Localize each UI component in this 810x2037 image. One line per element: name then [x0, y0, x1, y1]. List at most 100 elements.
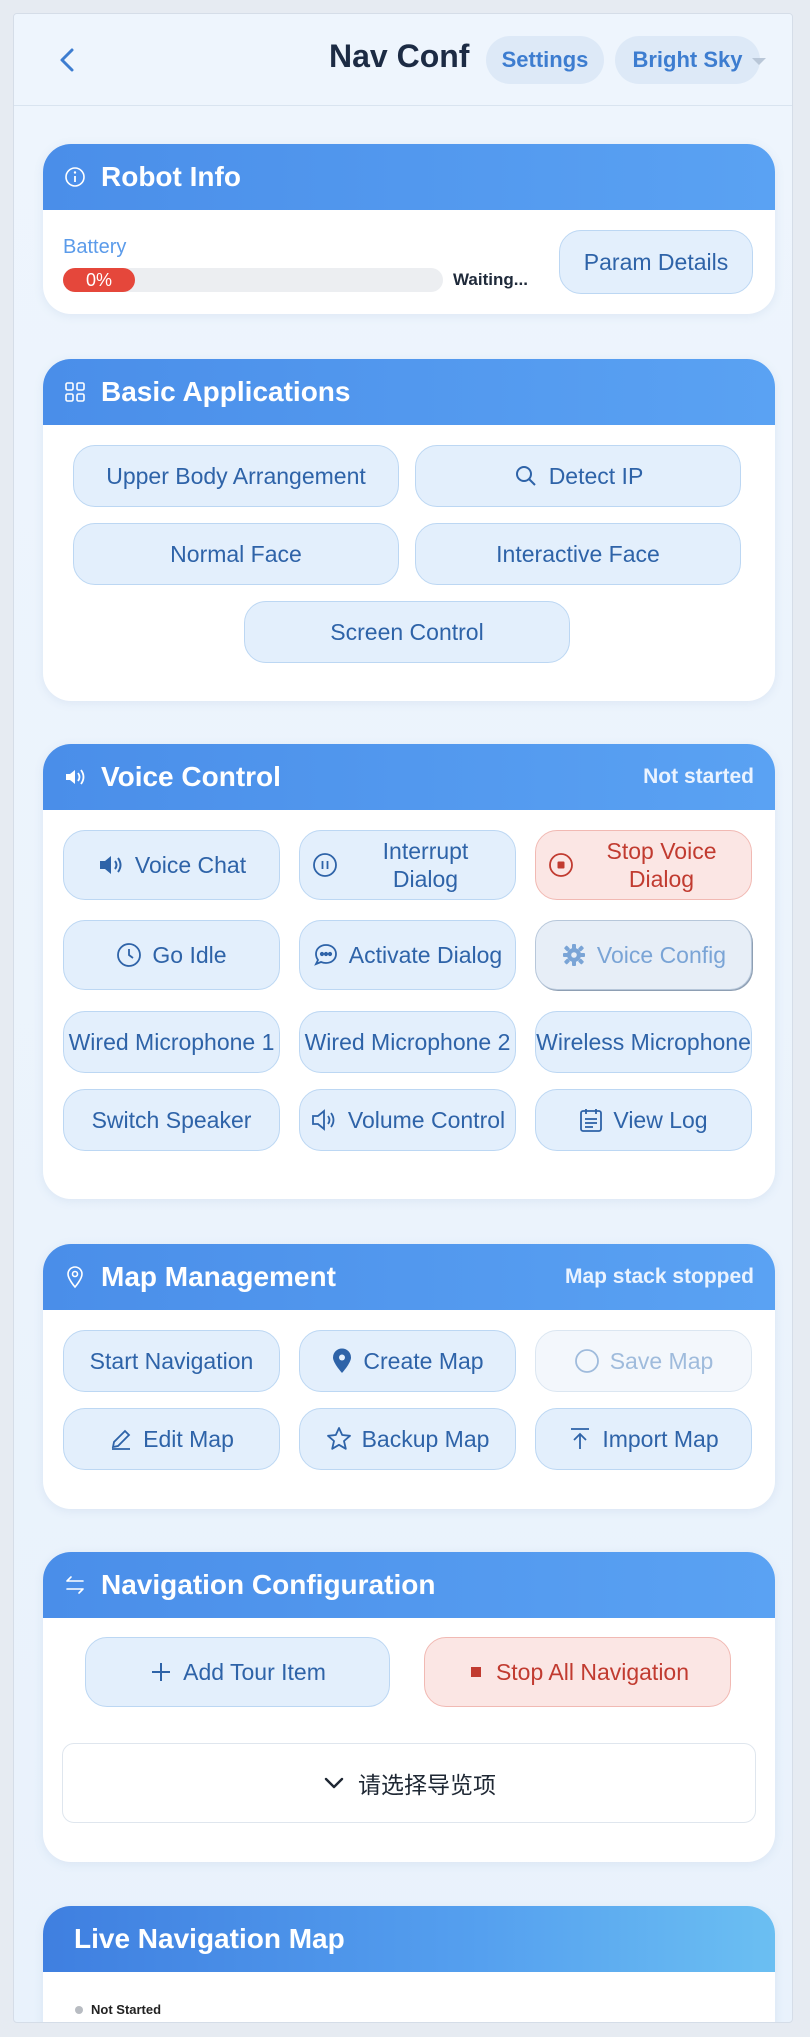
voice-config-label: Voice Config [596, 942, 727, 968]
calendar-icon [580, 1109, 603, 1132]
import-map-button[interactable]: Import Map [535, 1408, 752, 1470]
interactive-face-button[interactable]: Interactive Face [415, 523, 741, 585]
battery-label: Battery [63, 236, 127, 258]
activate-dialog-label: Activate Dialog [348, 942, 503, 968]
switch-speaker-button[interactable]: Switch Speaker [63, 1089, 280, 1151]
circle-icon [574, 1349, 599, 1373]
info-icon [63, 165, 87, 189]
save-map-button[interactable]: Save Map [535, 1330, 752, 1392]
basic-apps-header: Basic Applications [43, 359, 775, 425]
star-icon [326, 1427, 351, 1450]
battery-status: Waiting... [453, 270, 528, 289]
back-button[interactable] [50, 42, 86, 78]
battery-bar: 0% [63, 268, 443, 292]
live-navigation-map-title: Live Navigation Map [74, 1923, 345, 1954]
edit-map-button[interactable]: Edit Map [63, 1408, 280, 1470]
upper-body-arrangement-button[interactable]: Upper Body Arrangement [73, 445, 399, 507]
tour-item-select[interactable]: 请选择导览项 [62, 1743, 756, 1823]
volume-icon [311, 1109, 335, 1131]
wireless-microphone-button[interactable]: Wireless Microphone [535, 1011, 752, 1073]
search-icon [515, 466, 536, 486]
voice-control-card: Voice Control Not started Voice Chat Int… [43, 744, 775, 1199]
wired-microphone-2-label: Wired Microphone 2 [304, 1029, 511, 1055]
screen-control-button[interactable]: Screen Control [244, 601, 570, 663]
chevron-down-icon [324, 1777, 344, 1789]
detect-ip-label: Detect IP [548, 463, 644, 489]
speaker-icon [63, 765, 87, 789]
navigation-configuration-header: Navigation Configuration [43, 1552, 775, 1618]
normal-face-button[interactable]: Normal Face [73, 523, 399, 585]
volume-control-label: Volume Control [347, 1107, 506, 1133]
interactive-face-label: Interactive Face [496, 541, 660, 567]
navigation-configuration-card: Navigation Configuration Add Tour Item S… [43, 1552, 775, 1862]
backup-map-button[interactable]: Backup Map [299, 1408, 516, 1470]
stop-circle-icon [549, 853, 573, 877]
voice-status: Not started [643, 765, 754, 788]
theme-selector[interactable]: Bright Sky [615, 36, 760, 84]
page-title: Nav Conf [329, 38, 470, 74]
voice-control-title: Voice Control [101, 761, 281, 792]
caret-down-icon [752, 58, 766, 65]
settings-button[interactable]: Settings [486, 36, 604, 84]
pause-circle-icon [313, 853, 337, 877]
voice-control-header: Voice Control Not started [43, 744, 775, 810]
speaker-icon [99, 856, 122, 874]
basic-apps-title: Basic Applications [101, 376, 351, 407]
volume-control-button[interactable]: Volume Control [299, 1089, 516, 1151]
create-map-button[interactable]: Create Map [299, 1330, 516, 1392]
wired-microphone-2-button[interactable]: Wired Microphone 2 [299, 1011, 516, 1073]
robot-info-header: Robot Info [43, 144, 775, 210]
wireless-microphone-label: Wireless Microphone [536, 1029, 751, 1055]
detect-ip-button[interactable]: Detect IP [415, 445, 741, 507]
map-status: Map stack stopped [564, 1265, 754, 1288]
upload-icon [571, 1428, 590, 1449]
voice-chat-label: Voice Chat [134, 852, 247, 878]
location-pin-icon [63, 1265, 87, 1289]
stop-square-icon [470, 1667, 481, 1677]
start-navigation-button[interactable]: Start Navigation [63, 1330, 280, 1392]
battery-fill: 0% [63, 268, 135, 292]
view-log-button[interactable]: View Log [535, 1089, 752, 1151]
live-map-status-text: Not Started [91, 2002, 162, 2017]
live-navigation-map-header: Live Navigation Map [43, 1906, 775, 1972]
live-navigation-map-card: Live Navigation Map Not Started [43, 1906, 775, 2022]
interrupt-dialog-label: Interrupt Dialog [382, 838, 469, 892]
stop-voice-dialog-button[interactable]: Stop Voice Dialog [535, 830, 752, 900]
view-log-label: View Log [613, 1107, 708, 1133]
upper-body-arrangement-label: Upper Body Arrangement [106, 463, 366, 489]
tour-item-select-value: 请选择导览项 [358, 1773, 496, 1799]
app-frame: Nav Conf Settings Bright Sky Robot Info … [13, 13, 793, 2023]
gear-icon [562, 944, 585, 966]
normal-face-label: Normal Face [170, 541, 302, 567]
wired-microphone-1-button[interactable]: Wired Microphone 1 [63, 1011, 280, 1073]
stop-all-navigation-button[interactable]: Stop All Navigation [424, 1637, 731, 1707]
wired-microphone-1-label: Wired Microphone 1 [68, 1029, 275, 1055]
chevron-left-icon [60, 48, 74, 72]
edit-map-label: Edit Map [143, 1426, 234, 1452]
robot-info-card: Robot Info Battery 0% Waiting... Param D… [43, 144, 775, 314]
add-tour-item-button[interactable]: Add Tour Item [85, 1637, 390, 1707]
stop-voice-dialog-label: Stop Voice Dialog [606, 838, 717, 892]
map-management-card: Map Management Map stack stopped Start N… [43, 1244, 775, 1509]
pencil-icon [111, 1429, 131, 1450]
swap-arrows-icon [63, 1573, 87, 1597]
activate-dialog-button[interactable]: Activate Dialog [299, 920, 516, 990]
basic-apps-card: Basic Applications Upper Body Arrangemen… [43, 359, 775, 701]
live-map-status: Not Started [75, 2002, 161, 2017]
voice-chat-button[interactable]: Voice Chat [63, 830, 280, 900]
start-navigation-label: Start Navigation [89, 1348, 254, 1374]
go-idle-button[interactable]: Go Idle [63, 920, 280, 990]
stop-all-navigation-label: Stop All Navigation [495, 1659, 690, 1685]
param-details-label: Param Details [583, 249, 729, 275]
interrupt-dialog-button[interactable]: Interrupt Dialog [299, 830, 516, 900]
import-map-label: Import Map [602, 1426, 719, 1452]
go-idle-label: Go Idle [152, 942, 227, 968]
voice-config-button[interactable]: Voice Config [535, 920, 752, 990]
chat-bubble-icon [313, 944, 337, 966]
param-details-button[interactable]: Param Details [559, 230, 753, 294]
add-tour-item-label: Add Tour Item [183, 1659, 326, 1685]
switch-speaker-label: Switch Speaker [91, 1107, 252, 1133]
map-management-title: Map Management [101, 1261, 336, 1292]
robot-info-title: Robot Info [101, 161, 241, 192]
create-map-label: Create Map [363, 1348, 484, 1374]
